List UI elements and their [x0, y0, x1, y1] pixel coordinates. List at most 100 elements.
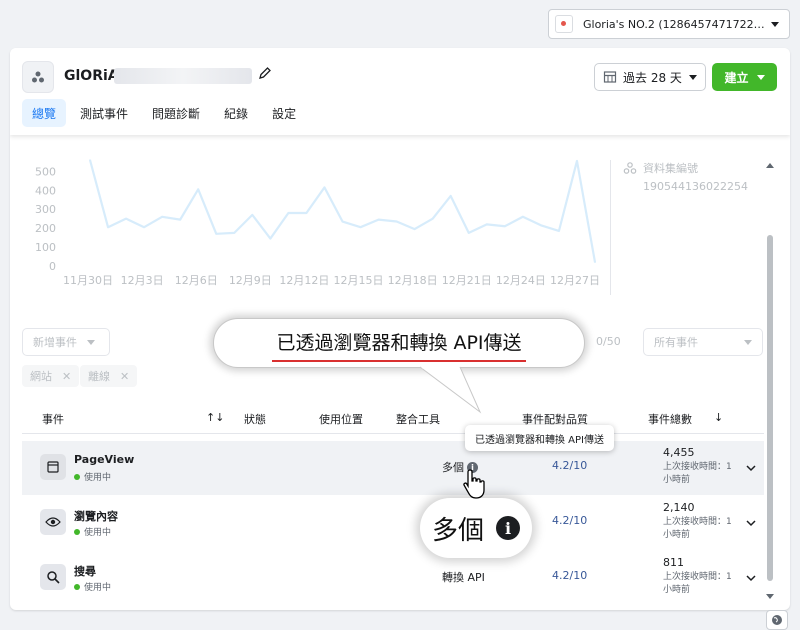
table-row[interactable]: 瀏覽內容 使用中 4.2/10 2,140 上次接收時間：1 小時前 [22, 496, 764, 550]
active-dot [74, 528, 80, 535]
dataset-id-value: 190544136022254 [643, 180, 748, 193]
tab-2[interactable]: 問題診斷 [142, 99, 210, 127]
data-point [540, 224, 542, 227]
events-line-chart: 0 100 200 300 400 500 11月30日 12月3日 12月6日 12月9日 12月… [35, 159, 600, 287]
redacted-text [114, 68, 252, 84]
hand-cursor-icon [463, 469, 485, 499]
tab-bar: 總覽 測試事件 問題診斷 紀錄 設定 [22, 99, 306, 127]
chip-label: 網站 [30, 370, 52, 383]
dataset-icon [623, 162, 637, 174]
event-name: PageView [74, 453, 135, 466]
y-tick-label: 100 [35, 241, 56, 254]
y-tick-label: 400 [35, 184, 56, 197]
match-quality[interactable]: 4.2/10 [552, 514, 587, 527]
date-range-select[interactable]: 過去 28 天 [594, 63, 706, 91]
data-point [395, 220, 398, 223]
calendar-icon [603, 71, 617, 83]
status-text: 使用中 [84, 528, 112, 538]
create-label: 建立 [724, 70, 749, 85]
chevron-down-icon [756, 74, 765, 80]
data-point [341, 220, 344, 223]
expand-chevron-icon[interactable] [746, 571, 756, 585]
callout-pointer [419, 366, 482, 414]
event-count: 811 [663, 556, 684, 569]
x-tick-label: 12月6日 [175, 274, 218, 287]
create-button[interactable]: 建立 [712, 63, 777, 91]
tool-text: 多個 [442, 461, 464, 474]
scroll-thumb[interactable] [767, 235, 773, 581]
sort-desc-icon[interactable]: ↓ [714, 411, 723, 424]
x-tick-label: 11月30日 [63, 274, 113, 287]
annotation-callout: 已透過瀏覽器和轉換 API傳送 [213, 318, 585, 368]
add-event-label: 新增事件 [33, 336, 77, 349]
last-received: 上次接收時間：1 小時前 [663, 572, 732, 595]
close-icon[interactable]: ✕ [62, 370, 71, 383]
col-status[interactable]: 狀態 [244, 411, 266, 427]
col-usage[interactable]: 使用位置 [319, 411, 363, 427]
last-received: 上次接收時間：1 小時前 [663, 462, 732, 485]
pixel-name: GlORiA [64, 68, 119, 84]
data-point [431, 217, 434, 220]
col-event[interactable]: 事件 [42, 411, 64, 427]
all-events-select[interactable]: 所有事件 [643, 328, 763, 356]
tab-1[interactable]: 測試事件 [70, 99, 138, 127]
search-icon [40, 564, 66, 590]
scrollbar[interactable] [764, 161, 776, 601]
status-text: 使用中 [84, 583, 112, 593]
data-point [125, 217, 127, 220]
data-point [107, 226, 109, 228]
tab-4[interactable]: 設定 [262, 99, 306, 127]
data-point [305, 212, 308, 214]
all-events-label: 所有事件 [654, 336, 698, 349]
expand-chevron-icon[interactable] [746, 516, 756, 530]
page-header: GlORiA 過去 28 天 建立 總覽 測試事件 問題診斷 紀錄 設定 [10, 48, 790, 135]
chevron-down-icon [689, 74, 697, 80]
match-quality[interactable]: 4.2/10 [552, 569, 587, 582]
data-point [269, 237, 272, 240]
col-total[interactable]: 事件總數 [648, 411, 692, 427]
data-point [323, 186, 326, 189]
data-point [251, 214, 254, 216]
globe-icon[interactable] [766, 610, 788, 630]
account-icon [555, 15, 573, 33]
data-point [197, 188, 200, 191]
scroll-down-icon[interactable] [766, 594, 774, 599]
status-text: 使用中 [84, 473, 112, 483]
close-icon[interactable]: ✕ [120, 370, 129, 383]
zoom-magnifier: 多個 i [420, 498, 532, 558]
data-point [558, 230, 560, 232]
expand-chevron-icon[interactable] [746, 461, 756, 475]
filter-chip-offline[interactable]: 離線 ✕ [80, 365, 138, 387]
filter-chip-website[interactable]: 網站 ✕ [22, 365, 80, 387]
x-tick-label: 12月15日 [334, 274, 384, 287]
scroll-up-icon[interactable] [766, 163, 774, 168]
edit-pencil-icon[interactable] [258, 66, 272, 83]
event-status: 使用中 [74, 470, 111, 483]
event-status: 使用中 [74, 580, 111, 593]
match-quality[interactable]: 4.2/10 [552, 459, 587, 472]
sort-icon[interactable]: ↑↓ [206, 411, 224, 424]
date-range-label: 過去 28 天 [623, 70, 682, 85]
account-selector[interactable]: Gloria's NO.2 (128645747172237... [548, 9, 790, 39]
active-dot [74, 583, 80, 590]
x-tick-label: 12月21日 [442, 274, 492, 287]
tab-0[interactable]: 總覽 [22, 99, 67, 127]
chevron-down-icon [87, 339, 95, 345]
y-tick-label: 300 [35, 203, 56, 216]
account-name: Gloria's NO.2 (128645747172237... [583, 17, 771, 31]
table-row[interactable]: PageView 使用中 多個 i 4.2/10 4,455 上次接收時間：1 … [22, 441, 764, 495]
y-tick-label: 500 [35, 165, 56, 178]
data-point [161, 215, 163, 218]
table-row[interactable]: 搜尋 使用中 轉換 API 4.2/10 811 上次接收時間：1 小時前 [22, 551, 764, 605]
data-point [377, 218, 380, 221]
y-tick-label: 0 [49, 260, 56, 273]
pixel-icon [22, 61, 54, 93]
data-point [359, 226, 362, 228]
tab-3[interactable]: 紀錄 [214, 99, 258, 127]
chip-label: 離線 [88, 370, 110, 383]
data-point [504, 225, 506, 228]
dataset-id-label: 資料集編號 [643, 162, 698, 175]
data-point [179, 218, 181, 221]
add-event-button[interactable]: 新增事件 [22, 328, 110, 356]
event-name: 瀏覽內容 [74, 510, 118, 523]
